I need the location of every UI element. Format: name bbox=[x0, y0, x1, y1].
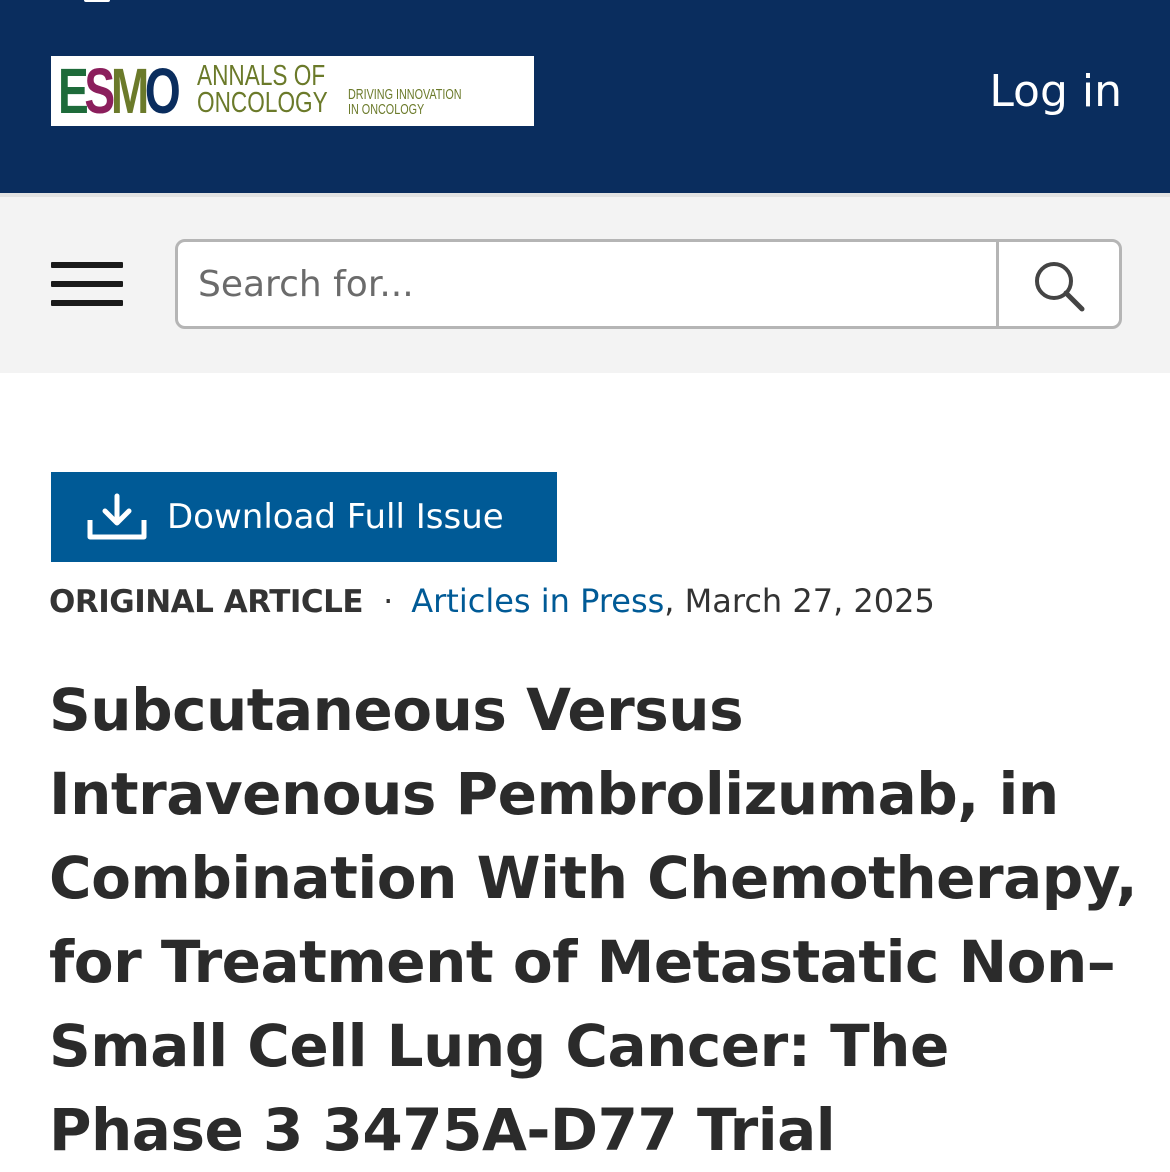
logo-letter-e: E bbox=[58, 55, 89, 127]
download-full-issue-button[interactable]: Download Full Issue bbox=[51, 472, 557, 562]
article-type: ORIGINAL ARTICLE bbox=[49, 584, 364, 620]
logo-letter-o: O bbox=[144, 55, 181, 127]
logo-letter-s: S bbox=[84, 55, 115, 127]
tagline-line-2: IN ONCOLOGY bbox=[348, 101, 425, 118]
esmo-logo-mark: E S M O bbox=[58, 55, 181, 127]
publication-date: , March 27, 2025 bbox=[664, 582, 935, 620]
journal-tagline: DRIVING INNOVATION IN ONCOLOGY bbox=[348, 87, 462, 117]
search-toolbar bbox=[0, 193, 1170, 373]
tagline-line-1: DRIVING INNOVATION bbox=[348, 86, 462, 103]
journal-name-line-1: ANNALS OF bbox=[197, 60, 326, 92]
logo-letter-m: M bbox=[110, 55, 149, 127]
hamburger-menu-icon[interactable] bbox=[51, 258, 123, 310]
journal-logo[interactable]: E S M O ANNALS OF ONCOLOGY DRIVING INNOV… bbox=[51, 56, 534, 126]
search-icon bbox=[1035, 262, 1085, 312]
site-header: E S M O ANNALS OF ONCOLOGY DRIVING INNOV… bbox=[0, 0, 1170, 193]
article-title: Subcutaneous Versus Intravenous Pembroli… bbox=[49, 676, 1138, 1164]
search-box bbox=[175, 239, 1122, 329]
status-indicator bbox=[84, 0, 110, 2]
search-input[interactable] bbox=[178, 242, 996, 326]
articles-in-press-link[interactable]: Articles in Press bbox=[411, 582, 664, 620]
article-meta: ORIGINAL ARTICLE · Articles in Press, Marc… bbox=[49, 578, 935, 624]
search-button[interactable] bbox=[996, 242, 1119, 326]
download-button-label: Download Full Issue bbox=[167, 497, 504, 537]
login-link[interactable]: Log in bbox=[989, 66, 1122, 118]
journal-name: ANNALS OF ONCOLOGY bbox=[197, 60, 328, 119]
download-icon bbox=[87, 493, 147, 540]
journal-name-line-2: ONCOLOGY bbox=[197, 87, 328, 119]
meta-separator: · bbox=[383, 582, 394, 620]
